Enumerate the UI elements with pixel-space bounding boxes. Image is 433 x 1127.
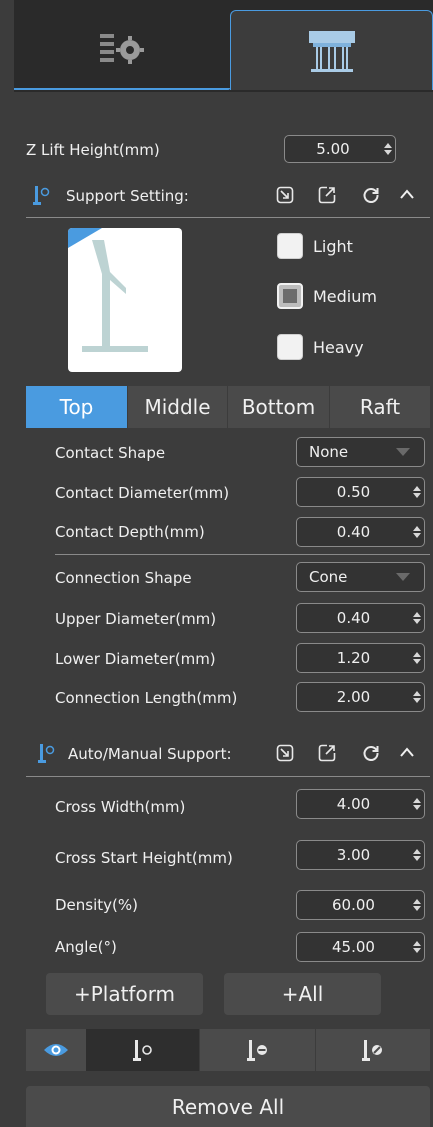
- density-value: 60.00: [332, 896, 375, 914]
- option-light-label: Light: [313, 236, 353, 256]
- support-model-graphic: [68, 228, 148, 352]
- spin-arrows[interactable]: [410, 790, 424, 818]
- auto-manual-title: Auto/Manual Support:: [68, 745, 232, 763]
- contact-diameter-value: 0.50: [336, 483, 371, 501]
- angle-label: Angle(°): [55, 938, 117, 956]
- lower-diameter-input[interactable]: 1.20: [296, 643, 425, 673]
- checkbox-light[interactable]: [277, 233, 303, 259]
- connection-shape-select[interactable]: Cone: [296, 562, 425, 592]
- spin-arrows[interactable]: [410, 604, 424, 632]
- connection-length-label: Connection Length(mm): [55, 689, 238, 707]
- checkbox-medium[interactable]: [277, 283, 303, 309]
- add-all-button[interactable]: +All: [224, 973, 381, 1015]
- dropdown-caret-icon: [396, 573, 410, 581]
- support-edit-icon: [362, 1040, 382, 1061]
- option-medium-label: Medium: [313, 286, 377, 306]
- add-platform-button[interactable]: +Platform: [46, 973, 203, 1015]
- z-lift-value: 5.00: [316, 140, 350, 158]
- auto-manual-divider: [26, 776, 430, 777]
- tab-underline: [14, 88, 230, 90]
- support-columns-icon: [308, 30, 355, 72]
- tab-middle[interactable]: Middle: [128, 386, 227, 428]
- cross-start-height-value: 3.00: [336, 846, 371, 864]
- lower-diameter-value: 1.20: [336, 649, 371, 667]
- cross-width-value: 4.00: [336, 795, 371, 813]
- params-divider: [55, 554, 430, 555]
- tab-support[interactable]: [230, 10, 433, 90]
- support-setting-divider: [26, 217, 430, 218]
- density-label: Density(%): [55, 896, 138, 914]
- upper-diameter-value: 0.40: [336, 609, 371, 627]
- reset-icon[interactable]: [362, 744, 380, 762]
- contact-shape-select[interactable]: None: [296, 437, 425, 467]
- export-icon[interactable]: [318, 186, 336, 204]
- remove-all-button[interactable]: Remove All: [26, 1086, 430, 1127]
- support-add-icon: [132, 1040, 152, 1061]
- angle-input[interactable]: 45.00: [296, 932, 425, 962]
- cross-start-height-input[interactable]: 3.00: [296, 840, 425, 870]
- contact-shape-value: None: [309, 443, 349, 461]
- option-medium[interactable]: Medium: [277, 283, 377, 309]
- tab-raft[interactable]: Raft: [330, 386, 430, 428]
- settings-gear-icon: [100, 34, 144, 64]
- tab-bottom[interactable]: Bottom: [228, 386, 329, 428]
- tab-settings[interactable]: [14, 10, 230, 90]
- contact-diameter-input[interactable]: 0.50: [296, 477, 425, 507]
- option-heavy[interactable]: Heavy: [277, 334, 364, 360]
- support-mode-add[interactable]: [86, 1029, 199, 1071]
- spin-arrows[interactable]: [410, 933, 424, 961]
- export-icon[interactable]: [318, 744, 336, 762]
- connection-shape-label: Connection Shape: [55, 569, 192, 587]
- spin-arrows[interactable]: [410, 518, 424, 546]
- density-input[interactable]: 60.00: [296, 890, 425, 920]
- reset-icon[interactable]: [362, 186, 380, 204]
- option-light[interactable]: Light: [277, 233, 353, 259]
- auto-manual-header: Auto/Manual Support:: [0, 738, 433, 772]
- connection-length-input[interactable]: 2.00: [296, 682, 425, 712]
- spin-arrows[interactable]: [381, 136, 395, 162]
- option-heavy-label: Heavy: [313, 337, 364, 357]
- tab-top[interactable]: Top: [26, 386, 127, 428]
- support-setting-header: Support Setting:: [0, 180, 433, 214]
- cross-start-height-label: Cross Start Height(mm): [55, 849, 233, 867]
- cross-width-input[interactable]: 4.00: [296, 789, 425, 819]
- z-lift-input[interactable]: 5.00: [284, 135, 396, 163]
- contact-shape-label: Contact Shape: [55, 444, 166, 462]
- upper-diameter-input[interactable]: 0.40: [296, 603, 425, 633]
- collapse-chevron-icon[interactable]: [398, 186, 416, 204]
- support-mode-edit[interactable]: [316, 1029, 430, 1071]
- connection-shape-value: Cone: [309, 568, 348, 586]
- support-preview-image: [68, 228, 182, 372]
- support-remove-icon: [246, 1040, 267, 1061]
- contact-depth-label: Contact Depth(mm): [55, 523, 205, 541]
- import-icon[interactable]: [276, 186, 294, 204]
- contact-depth-value: 0.40: [336, 523, 371, 541]
- spin-arrows[interactable]: [410, 891, 424, 919]
- upper-diameter-label: Upper Diameter(mm): [55, 610, 217, 628]
- collapse-chevron-icon[interactable]: [398, 744, 416, 762]
- spin-arrows[interactable]: [410, 644, 424, 672]
- lower-diameter-label: Lower Diameter(mm): [55, 650, 216, 668]
- support-pin-icon: [38, 744, 55, 763]
- spin-arrows[interactable]: [410, 478, 424, 506]
- spin-arrows[interactable]: [410, 683, 424, 711]
- import-icon[interactable]: [276, 744, 294, 762]
- z-lift-label: Z Lift Height(mm): [26, 141, 160, 159]
- support-mode-remove[interactable]: [200, 1029, 315, 1071]
- contact-diameter-label: Contact Diameter(mm): [55, 484, 230, 502]
- cross-width-label: Cross Width(mm): [55, 798, 186, 816]
- visibility-toggle[interactable]: [26, 1029, 86, 1071]
- connection-length-value: 2.00: [336, 688, 371, 706]
- checkbox-heavy[interactable]: [277, 334, 303, 360]
- support-pin-icon: [33, 186, 50, 205]
- dropdown-caret-icon: [396, 448, 410, 456]
- support-setting-title: Support Setting:: [66, 187, 189, 205]
- spin-arrows[interactable]: [410, 841, 424, 869]
- eye-icon: [44, 1044, 68, 1056]
- angle-value: 45.00: [332, 938, 375, 956]
- contact-depth-input[interactable]: 0.40: [296, 517, 425, 547]
